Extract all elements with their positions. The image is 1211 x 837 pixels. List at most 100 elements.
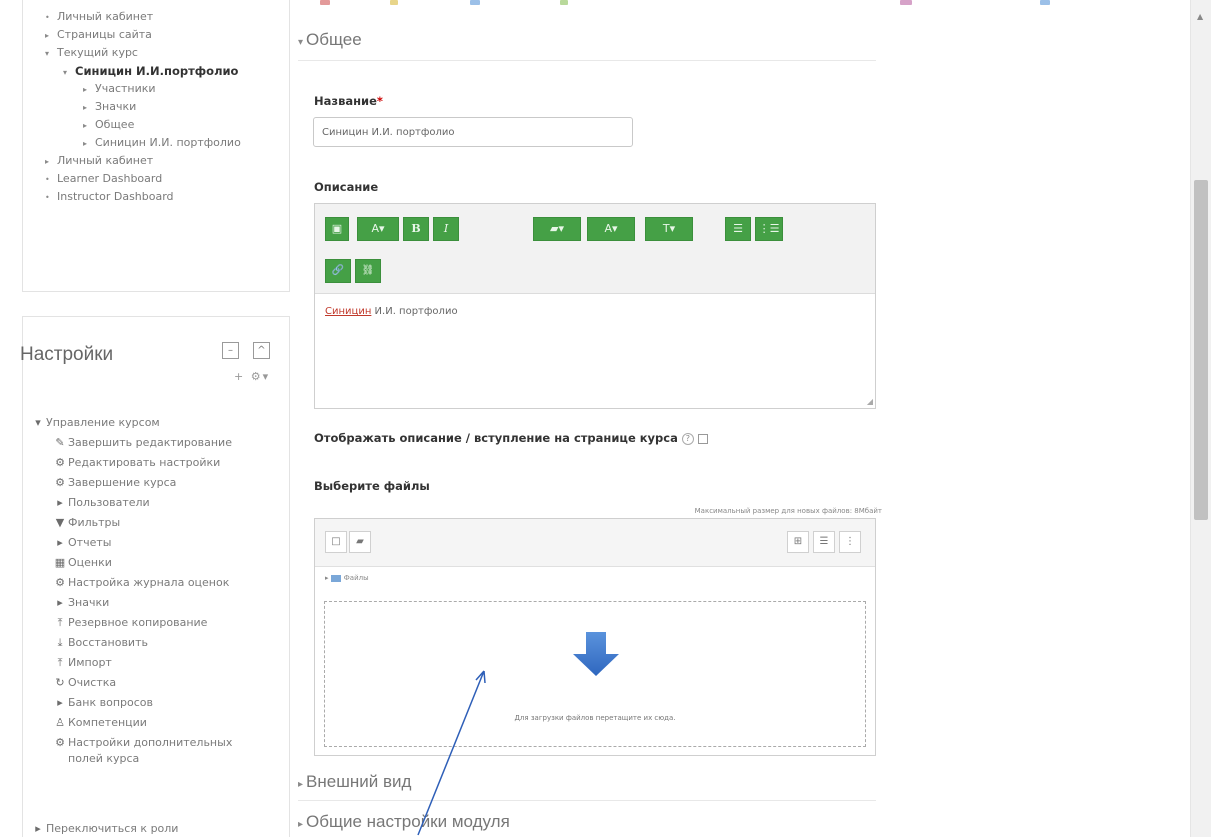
- download-icon: ⤓: [57, 636, 63, 649]
- nav-item-instructor-dashboard[interactable]: • Instructor Dashboard: [45, 190, 174, 205]
- nav-item-participants[interactable]: ▸ Участники: [83, 82, 156, 97]
- settings-item-reset[interactable]: ↻ Очистка: [52, 676, 116, 690]
- description-editor[interactable]: ▣ A▾ B I ▰▾ A▾ T▾ ☰ ⋮☰ 🔗 ⛓ Синицин И.И. …: [314, 203, 876, 409]
- max-file-size: Максимальный размер для новых файлов: 8М…: [694, 507, 882, 515]
- view-list-button[interactable]: ☰: [813, 531, 835, 553]
- highlight-button[interactable]: ▰▾: [533, 217, 581, 241]
- name-input[interactable]: [313, 117, 633, 147]
- caret-down-icon: ▾: [298, 37, 304, 48]
- settings-item-custom-fields[interactable]: ⚙ Настройки дополнительных: [52, 736, 232, 750]
- block-actions[interactable]: + ⚙▾: [234, 370, 270, 383]
- plus-icon: +: [234, 370, 246, 383]
- link-button[interactable]: 🔗: [325, 259, 351, 283]
- settings-item-question-bank[interactable]: ▸ Банк вопросов: [52, 696, 153, 710]
- settings-item-badges[interactable]: ▸ Значки: [52, 596, 109, 610]
- add-file-button[interactable]: □: [325, 531, 347, 553]
- caret-right-icon: ▸: [298, 779, 304, 790]
- nav-item-my-courses[interactable]: ▸ Личный кабинет: [45, 154, 153, 169]
- section-appearance-header[interactable]: ▸ Внешний вид: [298, 772, 411, 792]
- italic-button[interactable]: I: [433, 217, 459, 241]
- nav-item-site-pages[interactable]: ▸ Страницы сайта: [45, 28, 152, 43]
- settings-item-import[interactable]: ⤒ Импорт: [52, 656, 112, 670]
- nav-item-portfolio-topic[interactable]: ▸ Синицин И.И. портфолио: [83, 136, 241, 151]
- editor-content[interactable]: Синицин И.И. портфолио: [325, 306, 458, 317]
- list-icon: ☰: [819, 536, 829, 547]
- tree-icon: ⋮: [845, 536, 855, 547]
- settings-item-backup[interactable]: ⤒ Резервное копирование: [52, 616, 208, 630]
- pencil-icon: ✎: [55, 436, 65, 449]
- caret-right-icon: ▸: [298, 819, 304, 830]
- grid-icon: ⊞: [793, 536, 803, 547]
- unlink-button[interactable]: ⛓: [355, 259, 381, 283]
- folder-icon: ▰: [356, 536, 364, 547]
- settings-item-switch-role[interactable]: ▸ Переключиться к роли: [30, 822, 178, 836]
- settings-item-reports[interactable]: ▸ Отчеты: [52, 536, 111, 550]
- drop-arrow-icon: [573, 632, 619, 676]
- gear-icon: ⚙▾: [250, 370, 271, 383]
- settings-block-title: Настройки: [20, 344, 114, 365]
- course-edit-form: ▾Общее Название* Описание ▣ A▾ B I ▰▾ A▾…: [290, 0, 890, 837]
- file-path-breadcrumb[interactable]: ▸ Файлы: [325, 574, 369, 582]
- nav-item-dashboard[interactable]: • Личный кабинет: [45, 10, 153, 25]
- settings-item-users[interactable]: ▸ Пользователи: [52, 496, 149, 510]
- gear-icon: ⚙: [55, 576, 65, 589]
- settings-item-filters[interactable]: ▼ Фильтры: [52, 516, 120, 530]
- view-icons-button[interactable]: ⊞: [787, 531, 809, 553]
- settings-item-course-completion[interactable]: ⚙ Завершение курса: [52, 476, 176, 490]
- nav-item-course-portfolio[interactable]: ▾ Синицин И.И.портфолио: [63, 64, 238, 80]
- create-folder-button[interactable]: ▰: [349, 531, 371, 553]
- ordered-list-button[interactable]: ⋮☰: [755, 217, 783, 241]
- gear-icon: ⚙: [55, 736, 65, 749]
- editor-toolbar: ▣ A▾ B I ▰▾ A▾ T▾ ☰ ⋮☰ 🔗 ⛓: [315, 204, 875, 294]
- settings-item-gradebook-setup[interactable]: ⚙ Настройка журнала оценок: [52, 576, 229, 590]
- section-module-header[interactable]: ▸ Общие настройки модуля: [298, 812, 510, 832]
- settings-item-competencies[interactable]: ♙ Компетенции: [52, 716, 147, 730]
- dock-block-button[interactable]: –: [222, 342, 239, 359]
- section-general-header[interactable]: ▾ Общее: [298, 30, 362, 50]
- resize-handle-icon[interactable]: ◢: [867, 397, 873, 406]
- misspelled-word: Синицин: [325, 306, 372, 317]
- file-drop-zone[interactable]: Для загрузки файлов перетащите их сюда.: [324, 601, 866, 747]
- chevron-up-icon: ^: [257, 345, 266, 356]
- nav-item-current-course[interactable]: ▾ Текущий курс: [45, 46, 138, 61]
- settings-item-custom-fields-cont[interactable]: полей курса: [68, 752, 139, 766]
- scrollbar-thumb[interactable]: [1194, 180, 1208, 520]
- description-label: Описание: [314, 180, 379, 194]
- file-manager: □ ▰ ⊞ ☰ ⋮ ▸ Файлы Для загрузки файлов пе…: [314, 518, 876, 756]
- show-description-checkbox[interactable]: [697, 433, 708, 444]
- settings-item-restore[interactable]: ⤓ Восстановить: [52, 636, 148, 650]
- settings-item-course-admin[interactable]: ▾ Управление курсом: [30, 416, 159, 430]
- settings-item-edit-settings[interactable]: ⚙ Редактировать настройки: [52, 456, 220, 470]
- divider: [298, 60, 876, 61]
- help-icon[interactable]: ?: [681, 432, 694, 445]
- divider: [298, 800, 876, 801]
- nav-item-learner-dashboard[interactable]: • Learner Dashboard: [45, 172, 162, 187]
- competency-icon: ♙: [55, 716, 65, 729]
- bold-button[interactable]: B: [403, 217, 429, 241]
- unordered-list-button[interactable]: ☰: [725, 217, 751, 241]
- nav-item-general[interactable]: ▸ Общее: [83, 118, 134, 133]
- collapse-block-button[interactable]: ^: [253, 342, 270, 359]
- upload-icon: ⤒: [57, 656, 63, 669]
- file-icon: □: [331, 536, 341, 547]
- folder-icon: [330, 574, 341, 582]
- scroll-up-icon[interactable]: ▲: [1197, 12, 1203, 21]
- font-size-button[interactable]: T▾: [645, 217, 693, 241]
- filter-icon: ▼: [55, 516, 65, 529]
- font-style-button[interactable]: A▾: [357, 217, 399, 241]
- text-color-button[interactable]: A▾: [587, 217, 635, 241]
- page-scrollbar[interactable]: ▲: [1190, 0, 1211, 837]
- gear-icon: ⚙: [55, 456, 65, 469]
- drop-hint-text: Для загрузки файлов перетащите их сюда.: [514, 714, 676, 722]
- gear-icon: ⚙: [55, 476, 65, 489]
- file-manager-toolbar: □ ▰ ⊞ ☰ ⋮: [315, 519, 875, 567]
- required-mark: *: [376, 94, 383, 108]
- settings-item-grades[interactable]: ▦ Оценки: [52, 556, 112, 570]
- view-tree-button[interactable]: ⋮: [839, 531, 861, 553]
- settings-item-turn-editing-off[interactable]: ✎ Завершить редактирование: [52, 436, 232, 450]
- nav-item-badges[interactable]: ▸ Значки: [83, 100, 136, 115]
- files-label: Выберите файлы: [314, 479, 430, 493]
- show-more-button[interactable]: ▣: [325, 217, 349, 241]
- grades-table-icon: ▦: [54, 556, 66, 569]
- navigation-block: • Личный кабинет ▸ Страницы сайта ▾ Текущий…: [22, 0, 290, 292]
